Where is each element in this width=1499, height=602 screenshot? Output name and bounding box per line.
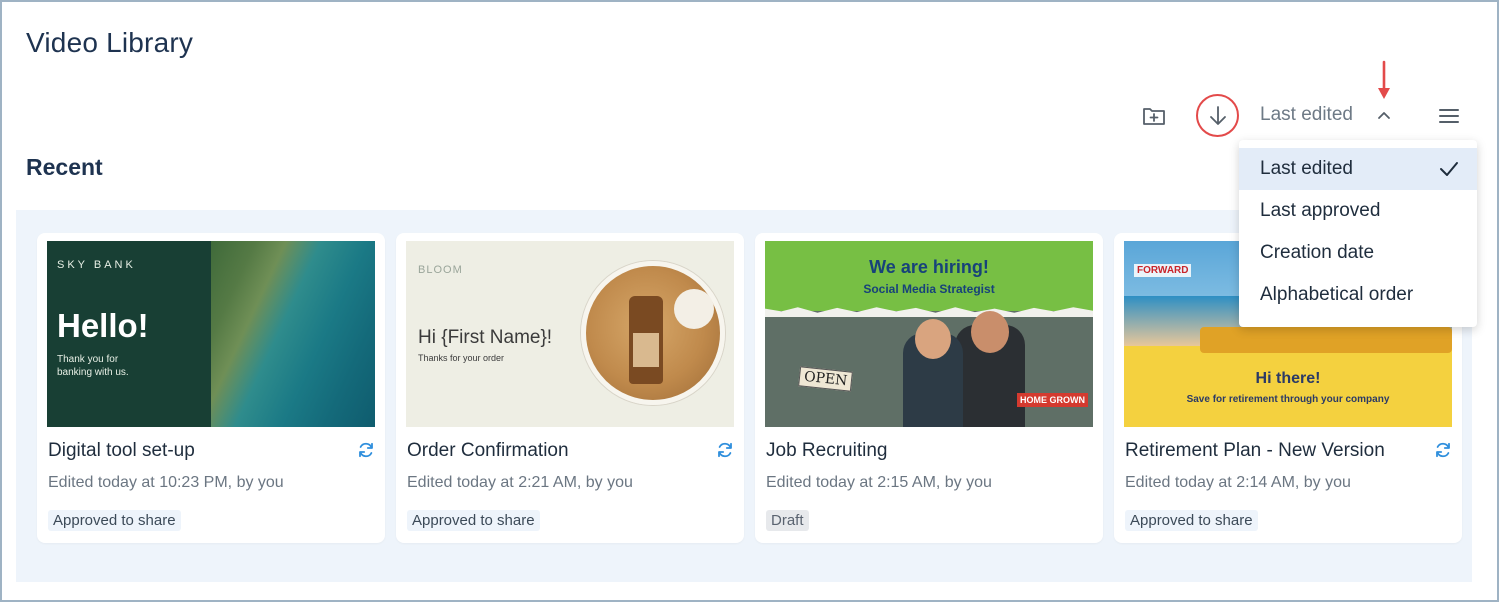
checkmark-icon: [1440, 162, 1458, 176]
sort-option-label: Creation date: [1260, 242, 1375, 263]
new-folder-button[interactable]: [1138, 100, 1170, 132]
sort-option-creation-date[interactable]: Creation date: [1239, 232, 1477, 274]
thumbnail-jar: [674, 289, 714, 329]
sort-menu: Last edited Last approved Creation date …: [1239, 140, 1477, 327]
video-card[interactable]: BLOOM Hi {First Name}! Thanks for your o…: [396, 233, 744, 543]
thumbnail-brand: BLOOM: [418, 264, 463, 276]
video-thumbnail[interactable]: SKY BANK Hello! Thank you for banking wi…: [47, 241, 375, 427]
thumbnail-tag: HOME GROWN: [1017, 393, 1088, 407]
sync-icon[interactable]: [1434, 441, 1452, 459]
video-thumbnail[interactable]: We are hiring! Social Media Strategist O…: [765, 241, 1093, 427]
status-badge: Approved to share: [1125, 510, 1258, 531]
annotation-arrow-icon: [1378, 60, 1390, 99]
video-thumbnail[interactable]: BLOOM Hi {First Name}! Thanks for your o…: [406, 241, 734, 427]
section-title-recent: Recent: [26, 154, 103, 180]
thumbnail-headline: Hi {First Name}!: [418, 327, 553, 348]
chevron-up-icon: [1378, 112, 1390, 119]
sort-option-label: Alphabetical order: [1260, 284, 1414, 305]
card-title[interactable]: Job Recruiting: [766, 440, 887, 462]
page-title: Video Library: [26, 27, 194, 58]
sync-icon[interactable]: [357, 441, 375, 459]
card-edited-meta: Edited today at 2:21 AM, by you: [407, 474, 633, 491]
sort-option-last-approved[interactable]: Last approved: [1239, 190, 1477, 232]
video-card[interactable]: SKY BANK Hello! Thank you for banking wi…: [37, 233, 385, 543]
arrow-down-icon: [1209, 105, 1226, 125]
thumbnail-subline: Thank you for banking with us.: [57, 354, 129, 378]
status-badge: Approved to share: [48, 510, 181, 531]
thumbnail-subline: Save for retirement through your company: [1186, 394, 1390, 405]
thumbnail-headline: We are hiring!: [869, 257, 989, 277]
sort-direction-button[interactable]: [1373, 104, 1395, 126]
thumbnail-bottle-label: [633, 333, 659, 367]
thumbnail-brand: FORWARD: [1134, 264, 1192, 277]
thumbnail-photo-coastline: [211, 241, 375, 427]
sync-icon[interactable]: [716, 441, 734, 459]
thumbnail-brand: SKY BANK: [57, 259, 136, 271]
card-title[interactable]: Digital tool set-up: [48, 440, 195, 462]
card-title[interactable]: Order Confirmation: [407, 440, 569, 462]
status-badge: Approved to share: [407, 510, 540, 531]
hamburger-menu-icon: [1439, 109, 1459, 123]
card-edited-meta: Edited today at 2:14 AM, by you: [1125, 474, 1351, 491]
card-title[interactable]: Retirement Plan - New Version: [1125, 440, 1385, 462]
download-button[interactable]: [1196, 94, 1239, 137]
thumbnail-boat: [1200, 327, 1452, 353]
sort-option-label: Last approved: [1260, 200, 1381, 221]
thumbnail-subline: Social Media Strategist: [863, 282, 995, 296]
folder-plus-icon: [1143, 108, 1165, 125]
sort-option-label: Last edited: [1260, 158, 1353, 179]
sort-dropdown-toggle[interactable]: Last edited: [1260, 104, 1353, 126]
video-card[interactable]: We are hiring! Social Media Strategist O…: [755, 233, 1103, 543]
thumbnail-person-head: [915, 319, 951, 359]
menu-button[interactable]: [1436, 103, 1462, 129]
sort-option-alphabetical[interactable]: Alphabetical order: [1239, 274, 1477, 316]
thumbnail-headline: Hello!: [57, 307, 149, 344]
card-edited-meta: Edited today at 10:23 PM, by you: [48, 474, 284, 491]
status-badge: Draft: [766, 510, 809, 531]
sort-option-last-edited[interactable]: Last edited: [1239, 148, 1477, 190]
thumbnail-subline: Thanks for your order: [418, 353, 505, 363]
card-edited-meta: Edited today at 2:15 AM, by you: [766, 474, 992, 491]
thumbnail-headline: Hi there!: [1255, 370, 1321, 387]
thumbnail-person-head: [971, 311, 1009, 353]
